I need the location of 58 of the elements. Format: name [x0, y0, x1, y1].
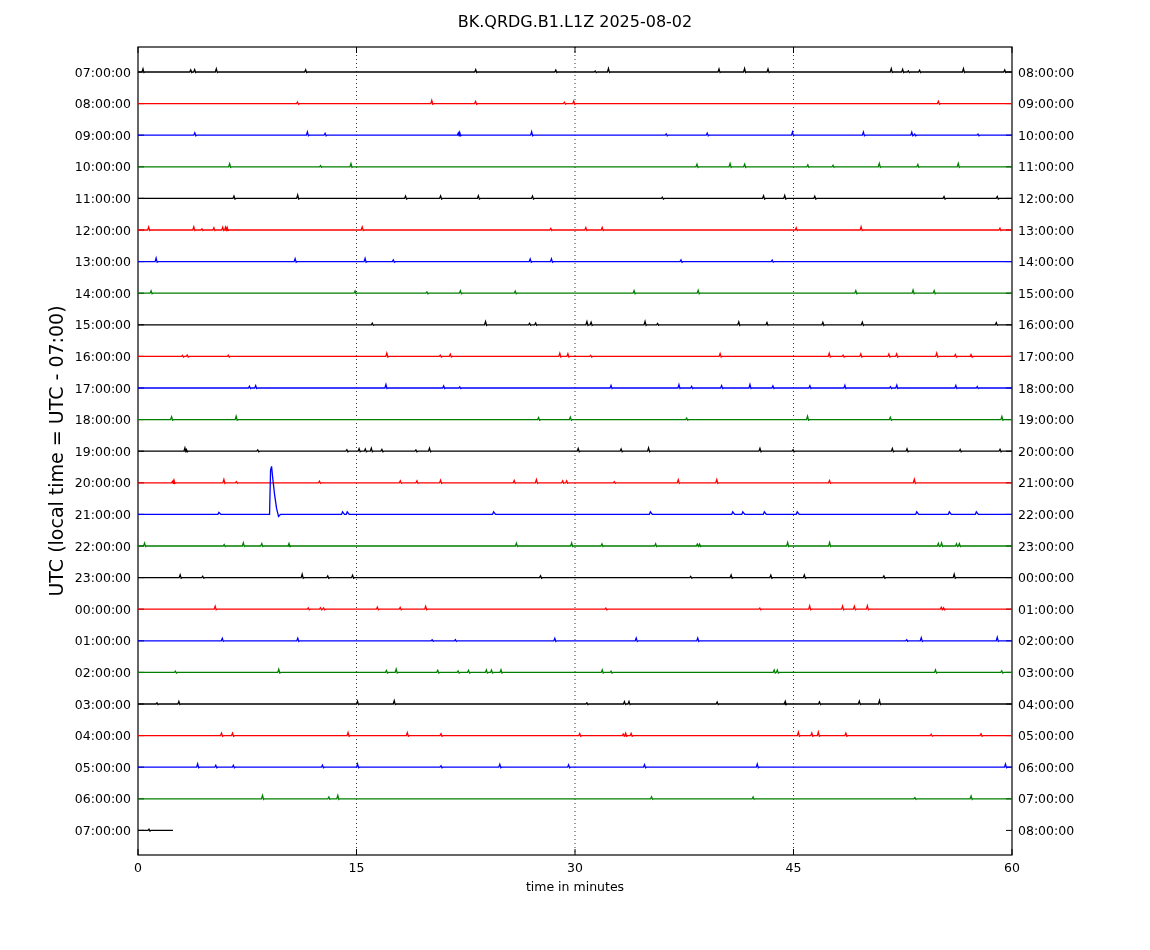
time-label: 00:00:00: [74, 601, 131, 617]
time-label: 03:00:00: [74, 696, 131, 712]
time-label: 12:00:00: [74, 222, 131, 238]
x-axis-title: time in minutes: [525, 879, 625, 894]
time-label: 17:00:00: [74, 380, 131, 396]
time-label: 21:00:00: [74, 506, 131, 522]
time-label: 22:00:00: [74, 538, 131, 554]
time-label: 09:00:00: [74, 127, 131, 143]
time-label: 16:00:00: [74, 348, 131, 364]
time-label: 07:00:00: [74, 822, 131, 838]
time-label: 06:00:00: [1018, 759, 1075, 775]
time-label: 11:00:00: [74, 190, 131, 206]
time-label: 06:00:00: [74, 791, 131, 807]
time-label: 20:00:00: [1018, 443, 1075, 459]
time-label: 09:00:00: [1018, 96, 1075, 112]
time-label: 14:00:00: [1018, 254, 1075, 270]
time-label: 23:00:00: [74, 570, 131, 586]
y-axis-title: UTC (local time = UTC - 07:00): [45, 305, 67, 597]
time-label: 01:00:00: [1018, 601, 1075, 617]
time-label: 13:00:00: [1018, 222, 1075, 238]
time-label: 12:00:00: [1018, 190, 1075, 206]
time-label: 00:00:00: [1018, 570, 1075, 586]
time-label: 08:00:00: [1018, 64, 1075, 80]
time-label: 17:00:00: [1018, 348, 1075, 364]
time-label: 03:00:00: [1018, 664, 1075, 680]
time-label: 07:00:00: [74, 64, 131, 80]
time-label: 15:00:00: [1018, 285, 1075, 301]
time-label: 10:00:00: [1018, 127, 1075, 143]
x-tick-label: 15: [348, 860, 365, 875]
time-label: 07:00:00: [1018, 791, 1075, 807]
time-label: 19:00:00: [74, 443, 131, 459]
x-tick-label: 30: [567, 860, 583, 875]
x-tick-label: 45: [785, 860, 802, 875]
time-label: 02:00:00: [1018, 633, 1075, 649]
time-label: 10:00:00: [74, 159, 131, 175]
time-label: 18:00:00: [74, 412, 131, 428]
time-label: 05:00:00: [74, 759, 131, 775]
time-label: 16:00:00: [1018, 317, 1075, 333]
time-label: 04:00:00: [74, 728, 131, 744]
time-label: 15:00:00: [74, 317, 131, 333]
time-label: 02:00:00: [74, 664, 131, 680]
time-label: 04:00:00: [1018, 696, 1075, 712]
time-label: 23:00:00: [1018, 538, 1075, 554]
x-tick-label: 60: [1004, 860, 1020, 875]
x-tick-label: 0: [134, 860, 142, 875]
time-label: 22:00:00: [1018, 506, 1075, 522]
time-label: 11:00:00: [1018, 159, 1075, 175]
time-label: 13:00:00: [74, 254, 131, 270]
time-label: 05:00:00: [1018, 728, 1075, 744]
time-label: 21:00:00: [1018, 475, 1075, 491]
time-label: 08:00:00: [1018, 822, 1075, 838]
chart-title: BK.QRDG.B1.L1Z 2025-08-02: [457, 12, 693, 31]
time-label: 01:00:00: [74, 633, 131, 649]
time-label: 18:00:00: [1018, 380, 1075, 396]
time-label: 08:00:00: [74, 96, 131, 112]
time-label: 20:00:00: [74, 475, 131, 491]
time-label: 14:00:00: [74, 285, 131, 301]
time-label: 19:00:00: [1018, 412, 1075, 428]
